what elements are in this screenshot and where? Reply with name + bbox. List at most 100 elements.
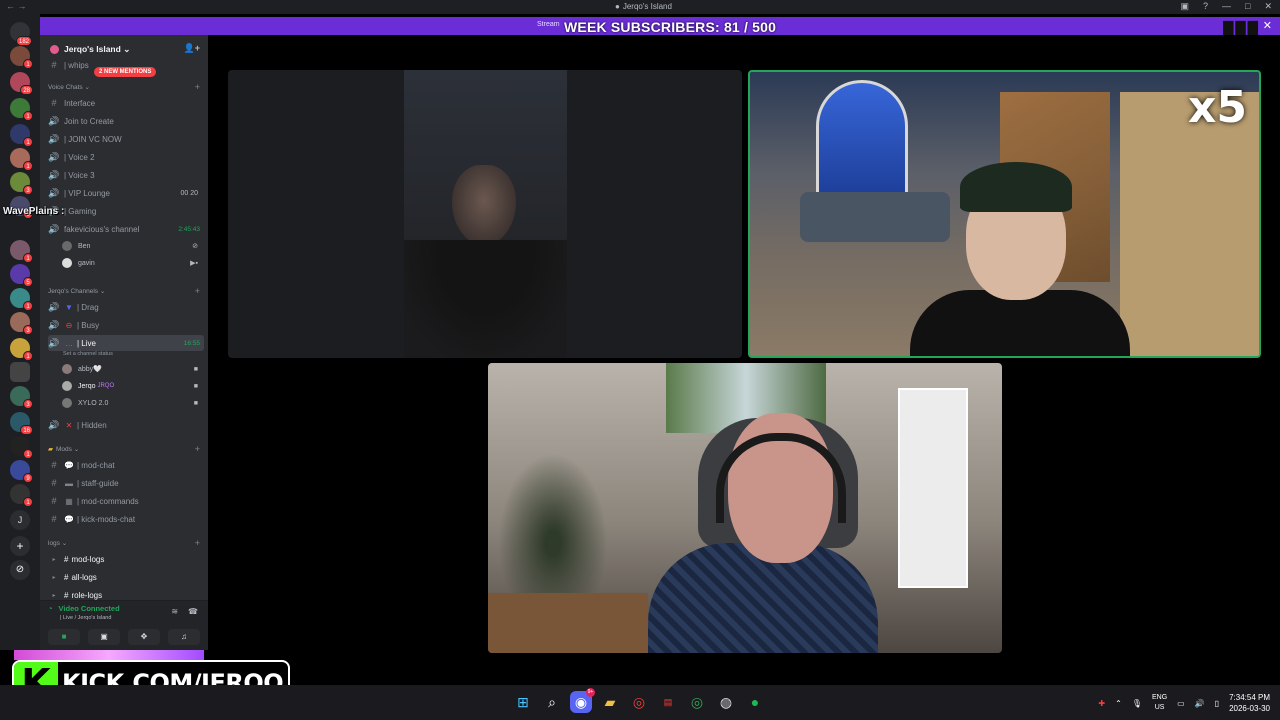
voice-status-text: Video Connected: [58, 604, 120, 613]
language-indicator[interactable]: ENG US: [1152, 693, 1167, 713]
category-mods[interactable]: ▰ Mods ⌄ +: [48, 441, 204, 457]
server-icon[interactable]: 3: [10, 312, 33, 335]
add-member-icon[interactable]: 👤+: [184, 43, 200, 54]
clock[interactable]: 7:34:54 PM 2026-03-30: [1229, 692, 1270, 714]
chrome-icon[interactable]: ◎: [628, 691, 650, 713]
close-window-icon[interactable]: ✕: [1264, 1, 1272, 12]
voice-user-gavin[interactable]: gavin ▶▪: [62, 255, 202, 271]
server-icon[interactable]: 28: [10, 72, 33, 95]
server-icon[interactable]: 1: [10, 240, 33, 263]
channel-busy[interactable]: 🔊 ⊖ | Busy: [48, 317, 204, 333]
tray-chevron-icon[interactable]: ⌃: [1115, 699, 1122, 708]
noise-suppression-icon[interactable]: ≋: [171, 607, 178, 616]
channel-live[interactable]: 🔊 … | Live 16:55: [48, 335, 204, 351]
server-icon[interactable]: 1: [10, 148, 33, 171]
channel-staff-guide[interactable]: # ▬ | staff-guide: [48, 475, 204, 491]
volume-icon[interactable]: 🔊: [1195, 699, 1205, 708]
banner-close-icon[interactable]: ✕: [1263, 19, 1272, 32]
maximize-icon[interactable]: □: [1245, 1, 1250, 12]
video-tile-speaking[interactable]: x5: [748, 70, 1261, 358]
back-arrow-icon[interactable]: ←: [6, 1, 15, 11]
search-icon[interactable]: ⌕: [541, 691, 563, 713]
voice-location[interactable]: | Live / Jerqo's Island: [60, 615, 111, 621]
add-channel-icon[interactable]: +: [195, 82, 200, 92]
server-icon[interactable]: 16: [10, 412, 33, 435]
soundboard-button[interactable]: ♫: [168, 629, 200, 645]
channel-label: | kick-mods-chat: [77, 514, 136, 524]
disconnect-icon[interactable]: ☎: [188, 607, 198, 616]
server-icon[interactable]: 1: [10, 288, 33, 311]
inbox-icon[interactable]: ▣: [1180, 1, 1189, 12]
hash-icon: #: [51, 496, 57, 506]
channel-mod-chat[interactable]: # 💬 | mod-chat: [48, 457, 204, 473]
channel-kick-mods-chat[interactable]: # 💬 | kick-mods-chat: [48, 511, 204, 527]
server-icon[interactable]: 5: [10, 264, 33, 287]
spotify-icon[interactable]: ●: [744, 691, 766, 713]
chrome-profile-icon[interactable]: ◎: [686, 691, 708, 713]
add-channel-icon[interactable]: +: [195, 286, 200, 296]
live-user-xylo[interactable]: XYLO 2.0 ■: [62, 395, 202, 411]
tray-app-icon[interactable]: ✚: [1098, 699, 1105, 708]
voice-user-ben[interactable]: Ben ⊘: [62, 238, 202, 254]
server-icon[interactable]: 1: [10, 436, 33, 459]
file-explorer-icon[interactable]: ▰: [599, 691, 621, 713]
video-tile-1[interactable]: [228, 70, 742, 358]
chevron-right-icon: ▸: [52, 574, 56, 581]
server-icon[interactable]: 1: [10, 124, 33, 147]
minimize-icon[interactable]: —: [1222, 1, 1231, 12]
server-icon[interactable]: 1: [10, 46, 33, 69]
streaming-app-icon[interactable]: ▤: [657, 691, 679, 713]
live-user-jerqo[interactable]: Jerqo JRQO ■: [62, 378, 202, 394]
hash-icon: #: [64, 572, 69, 582]
channel-all-logs[interactable]: ▸ # all-logs: [48, 569, 204, 585]
home-server-icon[interactable]: 182: [10, 22, 32, 46]
server-icon[interactable]: 1: [10, 338, 33, 361]
camera-button[interactable]: ■: [48, 629, 80, 645]
windows-start-icon[interactable]: ⊞: [512, 691, 534, 713]
server-icon-j[interactable]: J: [10, 510, 30, 530]
channel-join-vc-now[interactable]: 🔊 | JOIN VC NOW: [48, 131, 204, 147]
channel-status-hint[interactable]: Set a channel status: [63, 351, 113, 357]
channel-vip-lounge[interactable]: 🔊 | VIP Lounge 00 20: [48, 185, 204, 201]
microphone-icon[interactable]: 🎙: [1132, 699, 1142, 708]
activities-button[interactable]: ✥: [128, 629, 160, 645]
live-user-abby[interactable]: abby🤍 ■: [62, 361, 202, 377]
add-channel-icon[interactable]: +: [195, 444, 200, 454]
nav-arrows[interactable]: ← →: [6, 1, 27, 11]
channel-hidden[interactable]: 🔊 ✕ | Hidden: [48, 417, 204, 433]
forward-arrow-icon[interactable]: →: [18, 1, 27, 11]
battery-icon[interactable]: ▯: [1215, 699, 1219, 708]
server-icon[interactable]: [10, 362, 30, 382]
category-jerqos-channels[interactable]: Jerqo's Channels ⌄ +: [48, 283, 204, 299]
screen-share-button[interactable]: ▣: [88, 629, 120, 645]
server-icon[interactable]: 1: [10, 484, 33, 507]
server-icon[interactable]: 3: [10, 172, 33, 195]
discord-app-icon[interactable]: ◉ 9+: [570, 688, 595, 713]
add-channel-icon[interactable]: +: [195, 538, 200, 548]
channel-interface[interactable]: # Interface: [48, 95, 204, 111]
category-voice-chats[interactable]: Voice Chats ⌄ +: [48, 79, 204, 95]
channel-gaming[interactable]: 🔊 | Gaming: [48, 203, 204, 219]
network-icon[interactable]: ▭: [1177, 699, 1185, 708]
hash-icon: #: [51, 60, 57, 70]
video-tile-3[interactable]: [488, 363, 1002, 653]
category-logs[interactable]: logs ⌄ +: [48, 535, 204, 551]
add-server-icon[interactable]: +: [10, 536, 30, 556]
server-icon[interactable]: 1: [10, 98, 33, 121]
server-icon[interactable]: 9: [10, 460, 33, 483]
channel-drag[interactable]: 🔊 ▼ | Drag: [48, 299, 204, 315]
video-icon: ■: [193, 399, 198, 407]
channel-voice-2[interactable]: 🔊 | Voice 2: [48, 149, 204, 165]
help-icon[interactable]: ?: [1203, 1, 1208, 12]
channel-mod-commands[interactable]: # ▦ | mod-commands: [48, 493, 204, 509]
new-mentions-pill[interactable]: 2 NEW MENTIONS: [94, 67, 157, 77]
server-icon[interactable]: 3: [10, 386, 33, 409]
channel-join-to-create[interactable]: 🔊 Join to Create: [48, 113, 204, 129]
discover-icon[interactable]: ⊘: [10, 560, 30, 580]
channel-fakevicious[interactable]: 🔊 fakevicious's channel 2:45:43: [48, 221, 204, 237]
obs-icon[interactable]: ◍: [715, 691, 737, 713]
server-badge: 16: [20, 425, 33, 435]
channel-mod-logs[interactable]: ▸ # mod-logs: [48, 551, 204, 567]
channel-voice-3[interactable]: 🔊 | Voice 3: [48, 167, 204, 183]
channel-timer: 2:45:43: [178, 225, 200, 233]
